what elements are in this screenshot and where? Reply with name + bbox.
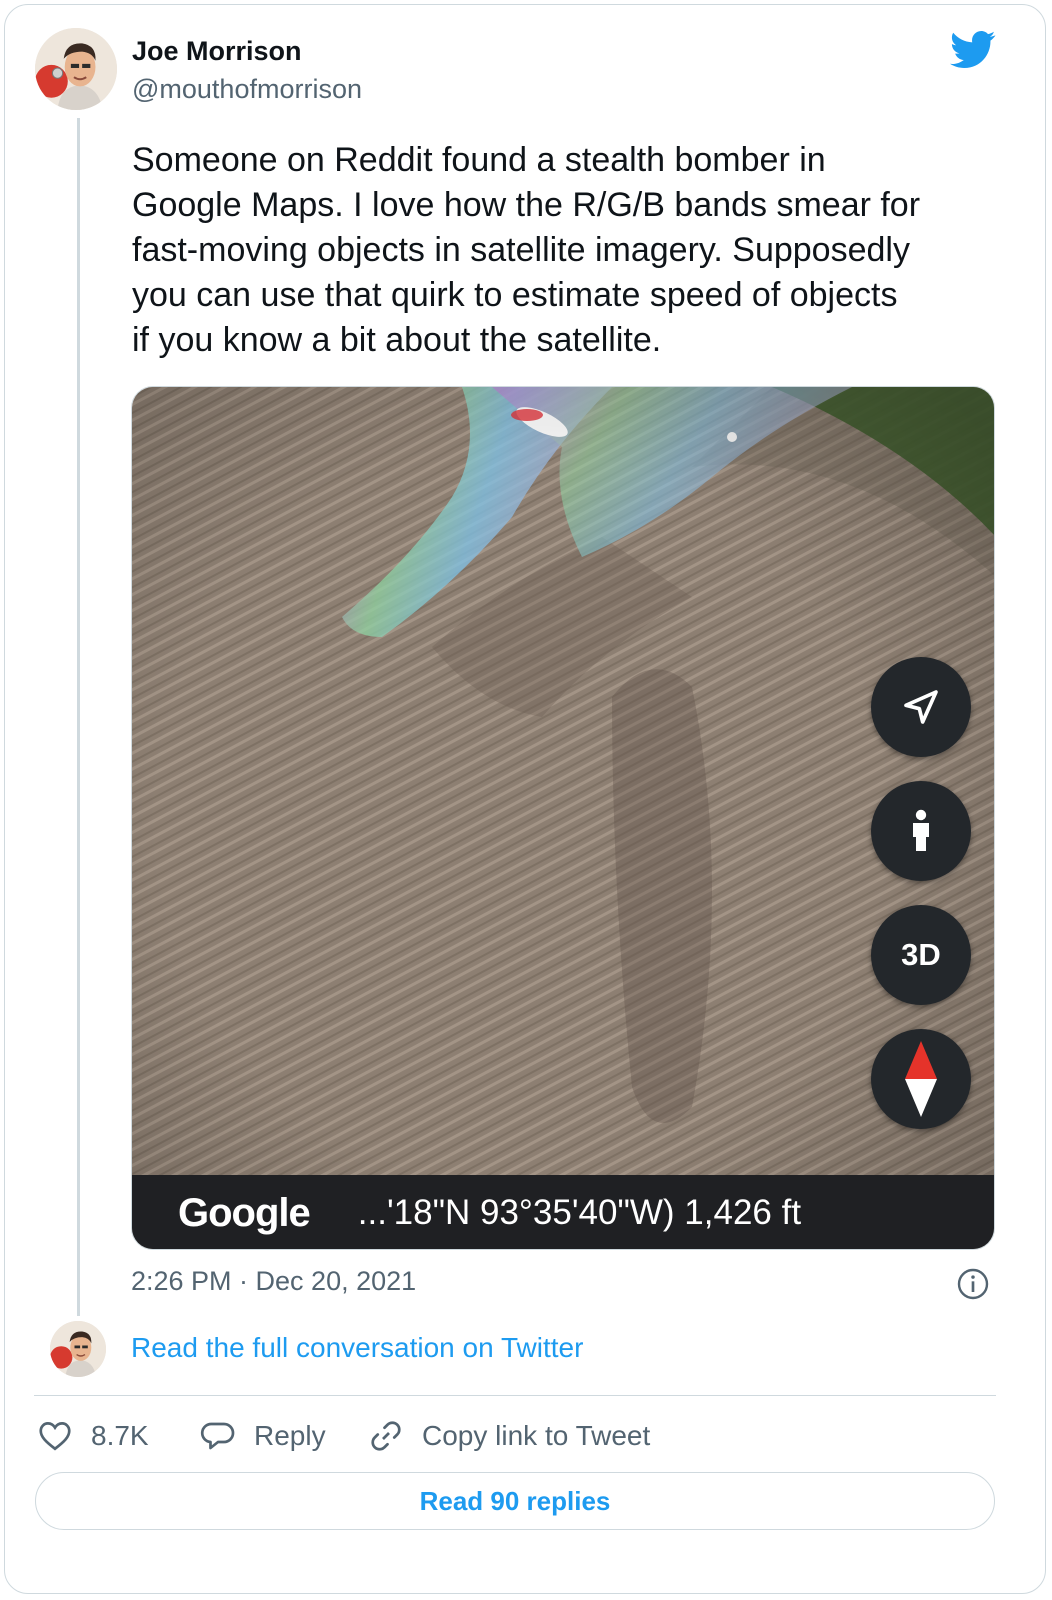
compass-icon [905,1041,937,1117]
divider [34,1395,996,1396]
map-footer-bar: Google ...'18"N 93°35'40"W) 1,426 ft [132,1175,994,1249]
copy-link-button[interactable]: Copy link to Tweet [368,1414,650,1458]
compass-button[interactable] [871,1029,971,1129]
tweet-media[interactable]: 3D Google ...'18"N 93°35'40"W) 1,426 ft [131,386,995,1250]
tweet-text: Someone on Reddit found a stealth bomber… [132,141,921,359]
info-icon[interactable] [957,1268,989,1300]
3d-toggle-button[interactable]: 3D [871,905,971,1005]
map-coordinates: ...'18"N 93°35'40"W) 1,426 ft [357,1193,802,1232]
like-count: 8.7K [91,1420,149,1451]
twitter-bird-icon[interactable] [950,30,996,70]
read-conversation-link[interactable]: Read the full conversation on Twitter [131,1332,583,1364]
heart-icon [39,1422,71,1451]
street-view-button[interactable] [871,781,971,881]
navigate-button[interactable] [871,657,971,757]
navigation-arrow-icon [904,690,938,724]
author-name[interactable]: Joe Morrison [132,36,302,67]
avatar[interactable] [35,28,117,110]
like-button[interactable]: 8.7K [37,1414,149,1458]
tweet-timestamp[interactable]: 2:26 PM · Dec 20, 2021 [131,1266,416,1297]
speech-bubble-icon [200,1422,235,1450]
google-logo: Google [178,1190,311,1235]
satellite-map-image [132,387,994,1249]
street-view-person-icon [913,809,929,851]
author-handle[interactable]: @mouthofmorrison [132,74,362,105]
reply-label: Reply [254,1420,326,1451]
thread-line [77,118,80,1316]
read-replies-button[interactable]: Read 90 replies [35,1472,995,1530]
link-icon [371,1421,401,1451]
avatar[interactable] [50,1321,106,1377]
reply-button[interactable]: Reply [200,1414,326,1458]
copy-link-label: Copy link to Tweet [422,1420,651,1451]
